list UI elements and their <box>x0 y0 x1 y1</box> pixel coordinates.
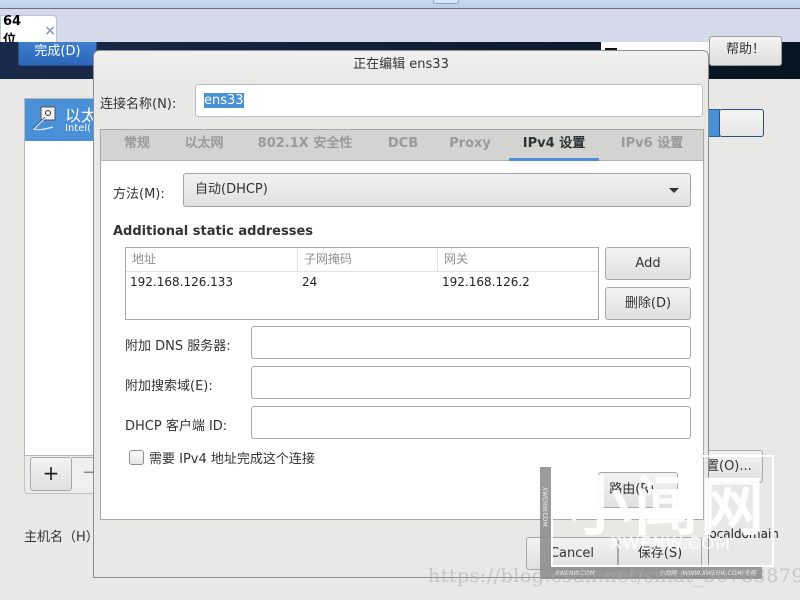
cell-netmask: 24 <box>302 275 318 289</box>
watermark-url: https://blog.csdn.net/sinat_30783879 <box>428 565 800 587</box>
dialog-title: 正在编辑 ens33 <box>94 51 708 81</box>
connection-name-input[interactable]: ens33 <box>195 84 703 117</box>
tab-ipv4-settings[interactable]: IPv4 设置 <box>509 130 599 161</box>
titlebar-grip[interactable] <box>433 0 459 4</box>
dropdown-arrow-icon <box>669 188 679 193</box>
ethernet-icon <box>32 106 56 131</box>
connection-list: 以太网 Intel( <box>24 98 113 456</box>
require-ipv4-label: 需要 IPv4 地址完成这个连接 <box>149 452 315 467</box>
cell-address: 192.168.126.133 <box>130 275 234 289</box>
dns-servers-input[interactable] <box>251 326 691 359</box>
toggle-knob[interactable] <box>719 109 764 137</box>
checkbox-box[interactable] <box>129 450 144 465</box>
tab-8021x-security[interactable]: 802.1X 安全性 <box>245 130 365 161</box>
dns-servers-label: 附加 DNS 服务器: <box>125 339 231 354</box>
delete-address-button[interactable]: 删除(D) <box>605 287 691 320</box>
column-header-address[interactable]: 地址 <box>126 248 298 272</box>
add-address-button[interactable]: Add <box>605 247 691 280</box>
address-table-header: 地址 子网掩码 网关 <box>126 248 598 272</box>
close-icon[interactable]: × <box>44 23 56 39</box>
watermark-side-text: XWENW.COM <box>541 487 548 527</box>
watermark-site-text: XWENW.COM <box>610 534 732 554</box>
column-header-netmask[interactable]: 子网掩码 <box>298 248 438 272</box>
tab-proxy[interactable]: Proxy <box>439 130 501 161</box>
static-addresses-title: Additional static addresses <box>113 224 314 239</box>
connection-name-label: 连接名称(N): <box>100 97 177 112</box>
host-tabbar: 64 位 × <box>0 9 800 48</box>
method-label: 方法(M): <box>113 187 165 202</box>
connection-list-toolbar: + − <box>24 456 97 494</box>
column-header-gateway[interactable]: 网关 <box>438 248 598 272</box>
address-table: 地址 子网掩码 网关 192.168.126.133 24 192.168.12… <box>125 247 599 320</box>
host-titlebar <box>0 0 800 9</box>
add-connection-button[interactable]: + <box>30 457 72 491</box>
method-select[interactable]: 自动(DHCP) <box>183 173 691 207</box>
method-value: 自动(DHCP) <box>195 182 268 197</box>
done-button[interactable]: 完成(D) <box>18 42 97 66</box>
search-domains-label: 附加搜索域(E): <box>125 379 213 394</box>
tab-ethernet[interactable]: 以太网 <box>173 130 235 161</box>
tab-dcb[interactable]: DCB <box>375 130 431 161</box>
help-button[interactable]: 帮助！ <box>709 36 782 66</box>
ethernet-toggle[interactable] <box>702 109 764 137</box>
hostname-label: 主机名（H） <box>24 530 99 545</box>
tab-ipv6-settings[interactable]: IPv6 设置 <box>607 130 697 161</box>
dhcp-client-id-input[interactable] <box>251 406 691 439</box>
require-ipv4-checkbox[interactable]: 需要 IPv4 地址完成这个连接 <box>129 448 315 467</box>
connection-name-value: ens33 <box>204 93 244 108</box>
connection-description: Intel( <box>65 123 92 134</box>
cell-gateway: 192.168.126.2 <box>442 275 530 289</box>
connection-item-ethernet[interactable]: 以太网 Intel( <box>25 99 113 141</box>
tab-general[interactable]: 常规 <box>109 130 165 161</box>
search-domains-input[interactable] <box>251 366 691 399</box>
tab-strip: 常规 以太网 802.1X 安全性 DCB Proxy IPv4 设置 IPv6… <box>101 130 703 161</box>
host-tab-vm[interactable]: 64 位 × <box>0 14 57 48</box>
dhcp-client-id-label: DHCP 客户端 ID: <box>125 419 228 434</box>
